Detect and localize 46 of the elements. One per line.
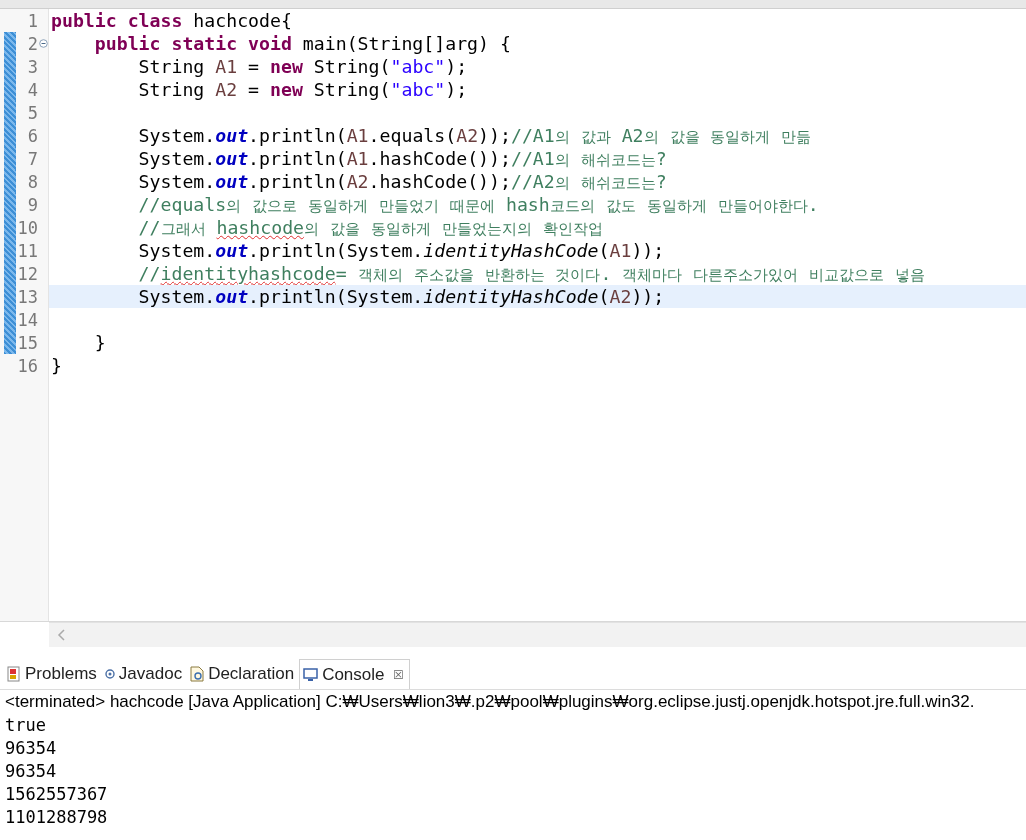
code-line: String A2 = new String("abc"); <box>137 78 468 101</box>
code-line: //그래서 hashcode의 값을 동일하게 만들었는지의 확인작업 <box>137 216 603 239</box>
line-number: 12 <box>16 263 38 284</box>
line-number: 5 <box>26 102 38 123</box>
line-number: 7 <box>26 148 38 169</box>
line-number: 6 <box>26 125 38 146</box>
line-number: 3 <box>26 56 38 77</box>
code-line: //identityhashcode= 객체의 주소값을 반환하는 것이다. 객체마다 다른주소가있어 비교값으로 넣음 <box>137 262 926 285</box>
console-output-line: 1562557367 <box>4 783 109 806</box>
console-output-line: true <box>4 714 47 737</box>
monitor-icon <box>303 667 319 682</box>
view-tab[interactable]: Problems <box>4 659 102 689</box>
line-number: 4 <box>26 79 38 100</box>
collapse-icon[interactable] <box>38 39 48 48</box>
warning-list-icon <box>7 666 21 682</box>
code-line: //equals의 값으로 동일하게 만들었기 때문에 hash코드의 값도 동일하게 만들어야한다. <box>137 193 819 216</box>
line-number: 1 <box>26 10 38 31</box>
code-line: public static void main(String[]arg) { <box>93 32 511 55</box>
code-line: System.out.println(A1.hashCode());//A1의 해쉬코드는? <box>137 147 667 170</box>
code-line: System.out.println(A1.equals(A2));//A1의 값과 A2의 값을 동일하게 만듦 <box>137 124 812 147</box>
code-line: public class hachcode{ <box>50 9 292 32</box>
horizontal-scrollbar[interactable] <box>49 622 1026 647</box>
console-output-line: 96354 <box>4 737 58 760</box>
console-status: <terminated> hachcode [Java Application] C:₩Users₩lion3₩.p2₩pool₩plugins₩org.eclipse.justj.openjdk.hotspot.jre.full.win32. <box>4 691 976 713</box>
console-output-line: 96354 <box>4 760 58 783</box>
scroll-left-icon[interactable] <box>57 629 65 641</box>
document-icon <box>190 666 205 682</box>
view-tab[interactable]: Declaration <box>187 659 300 689</box>
line-number: 10 <box>16 217 38 238</box>
line-number: 15 <box>16 332 38 353</box>
code-line: System.out.println(A2.hashCode());//A2의 해쉬코드는? <box>137 170 667 193</box>
line-number: 9 <box>26 194 38 215</box>
line-number: 8 <box>26 171 38 192</box>
line-number: 11 <box>16 240 38 261</box>
line-number: 2 <box>26 33 38 54</box>
line-number: 16 <box>16 355 38 376</box>
console-output-line: 1101288798 <box>4 806 109 829</box>
close-icon[interactable]: ☒ <box>392 667 404 682</box>
code-line: } <box>93 331 106 354</box>
code-line: } <box>50 354 62 377</box>
line-number: 14 <box>16 309 38 330</box>
view-tab[interactable]: Console ☒ <box>299 659 410 689</box>
line-number: 13 <box>16 286 38 307</box>
code-line: System.out.println(System.identityHashCode(A1)); <box>137 239 665 262</box>
view-tab[interactable]: Javadoc <box>101 659 188 689</box>
code-line: String A1 = new String("abc"); <box>137 55 468 78</box>
